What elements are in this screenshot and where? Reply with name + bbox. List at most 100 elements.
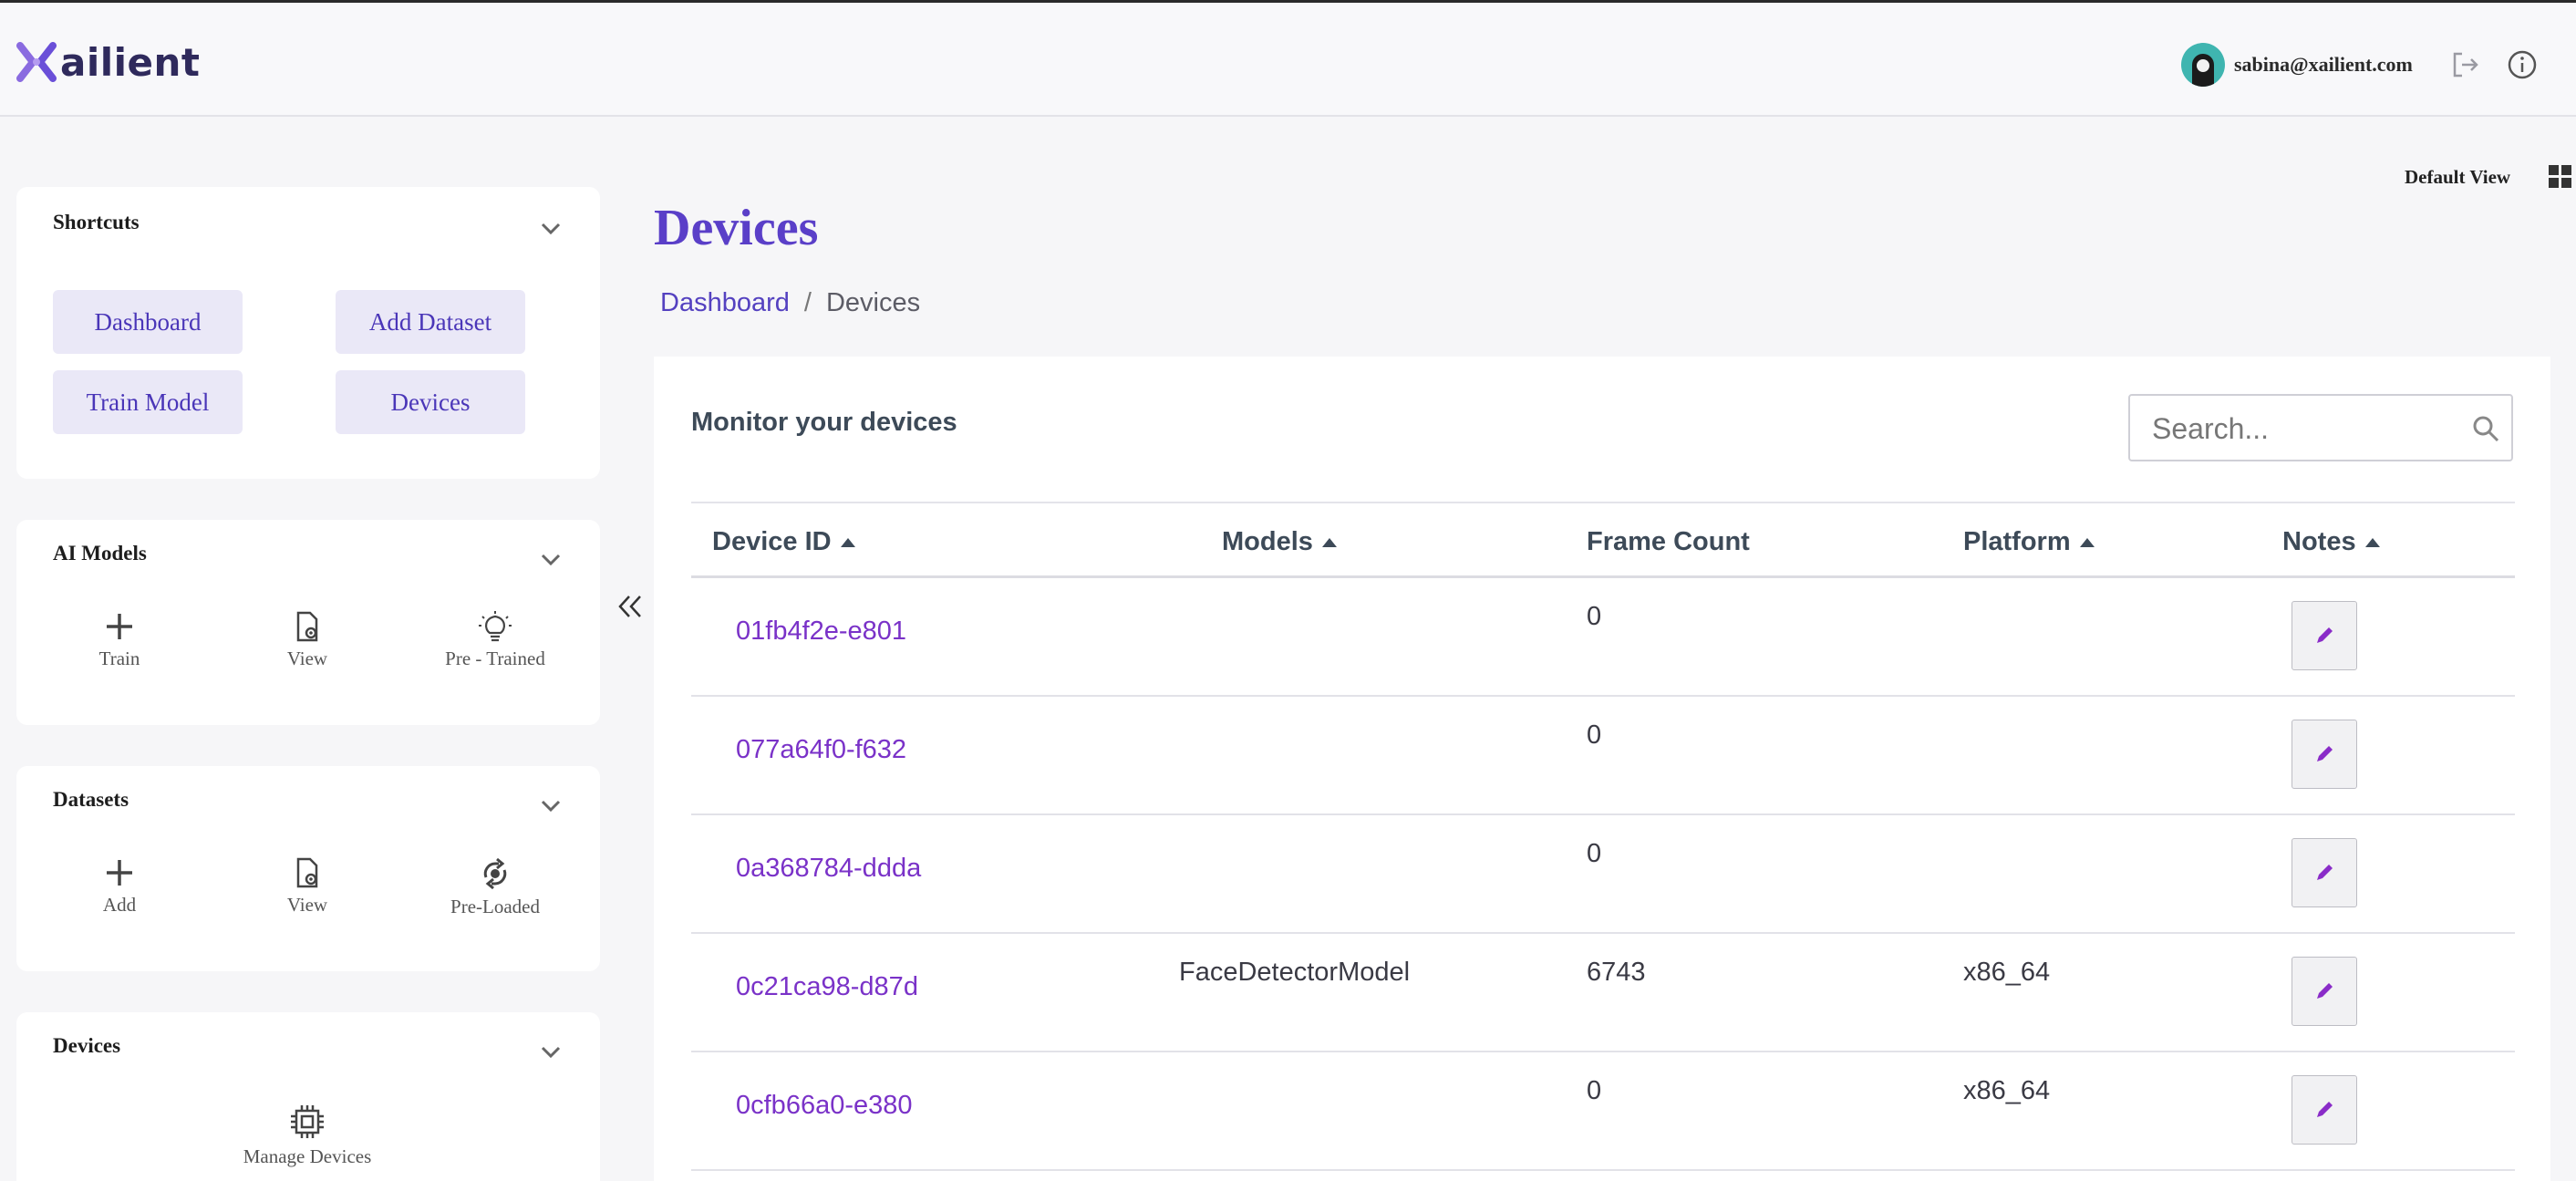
page-title: Devices <box>654 200 819 256</box>
device-id-link[interactable]: 0c21ca98-d87d <box>736 972 918 1002</box>
manage-devices-tool[interactable]: Manage Devices <box>225 1103 389 1168</box>
logo-x-icon <box>16 42 57 82</box>
shortcut-add-dataset-button[interactable]: Add Dataset <box>336 290 525 354</box>
breadcrumb-separator: / <box>803 288 812 317</box>
pencil-icon <box>2317 746 2333 761</box>
column-header-platform[interactable]: Platform <box>1963 527 2095 557</box>
shortcut-train-model-button[interactable]: Train Model <box>53 370 243 434</box>
column-header-models[interactable]: Models <box>1222 527 1337 557</box>
sort-asc-icon[interactable] <box>840 537 855 547</box>
panel-title: Monitor your devices <box>691 408 957 437</box>
column-label: Frame Count <box>1587 527 1750 556</box>
preloaded-datasets-tool[interactable]: Pre-Loaded <box>413 857 577 918</box>
shortcut-devices-button[interactable]: Devices <box>336 370 525 434</box>
add-dataset-tool[interactable]: Add <box>37 857 202 917</box>
breadcrumb: Dashboard / Devices <box>660 288 920 318</box>
grid-view-icon[interactable] <box>2548 164 2573 190</box>
tool-label: Manage Devices <box>243 1145 372 1167</box>
column-label: Device ID <box>712 527 832 556</box>
plus-icon <box>107 860 132 886</box>
device-id-link[interactable]: 0cfb66a0-e380 <box>736 1091 913 1121</box>
table-header: Device ID Models Frame Count Platform No… <box>691 502 2515 578</box>
ai-models-title: AI Models <box>53 542 147 565</box>
edit-note-button[interactable] <box>2292 720 2357 789</box>
chevron-down-icon[interactable] <box>538 216 564 242</box>
column-label: Models <box>1222 527 1313 556</box>
sort-asc-icon[interactable] <box>1321 537 1337 547</box>
chevron-down-icon[interactable] <box>538 547 564 573</box>
top-bar: ailient sabina@xailient.com <box>0 0 2576 117</box>
platform-cell: x86_64 <box>1963 1076 2051 1105</box>
tool-label: View <box>286 647 328 669</box>
table-row: 077a64f0-f632 0 <box>691 697 2515 815</box>
search-input[interactable] <box>2130 396 2464 461</box>
logo-text: ailient <box>60 39 201 85</box>
tool-label: View <box>286 894 328 916</box>
shortcuts-card: Shortcuts Dashboard Add Dataset Train Mo… <box>16 187 600 479</box>
column-header-notes[interactable]: Notes <box>2282 527 2380 557</box>
frame-count-cell: 0 <box>1587 1076 1602 1105</box>
chevron-down-icon[interactable] <box>538 1040 564 1065</box>
plus-icon <box>107 614 132 639</box>
frame-count-cell: 0 <box>1587 602 1602 631</box>
pencil-icon <box>2317 865 2333 880</box>
info-icon[interactable] <box>2506 48 2539 81</box>
device-id-link[interactable]: 077a64f0-f632 <box>736 735 906 765</box>
table-row: 0c21ca98-d87d FaceDetectorModel 6743 x86… <box>691 934 2515 1052</box>
breadcrumb-current: Devices <box>825 288 921 317</box>
column-header-frame-count: Frame Count <box>1587 527 1750 557</box>
refresh-icon <box>483 857 507 890</box>
file-view-icon <box>296 611 318 642</box>
train-model-tool[interactable]: Train <box>37 611 202 670</box>
edit-note-button[interactable] <box>2292 1075 2357 1145</box>
shortcuts-title: Shortcuts <box>53 211 140 233</box>
lightbulb-icon <box>479 611 512 642</box>
tool-label: Train <box>98 647 140 669</box>
edit-note-button[interactable] <box>2292 838 2357 907</box>
column-label: Notes <box>2282 527 2356 556</box>
column-label: Platform <box>1963 527 2071 556</box>
file-view-icon <box>296 857 318 888</box>
column-header-device-id[interactable]: Device ID <box>712 527 855 557</box>
collapse-sidebar-icon[interactable] <box>615 591 646 622</box>
default-view-label[interactable]: Default View <box>2405 166 2510 189</box>
view-models-tool[interactable]: View <box>225 611 389 670</box>
pretrained-models-tool[interactable]: Pre - Trained <box>413 611 577 670</box>
pencil-icon <box>2317 1102 2333 1117</box>
devices-title: Devices <box>53 1034 121 1057</box>
frame-count-cell: 6743 <box>1587 958 1646 987</box>
device-id-link[interactable]: 0a368784-ddda <box>736 854 921 884</box>
ai-models-card: AI Models Train View Pre - Trained <box>16 520 600 725</box>
table-row: 01fb4f2e-e801 0 <box>691 578 2515 697</box>
view-datasets-tool[interactable]: View <box>225 857 389 917</box>
tool-label: Pre-Loaded <box>450 896 540 917</box>
sort-asc-icon[interactable] <box>2079 537 2095 547</box>
tool-label: Add <box>102 894 137 916</box>
shortcut-dashboard-button[interactable]: Dashboard <box>53 290 243 354</box>
devices-card: Devices Manage Devices <box>16 1012 600 1181</box>
chip-icon <box>291 1105 324 1138</box>
frame-count-cell: 0 <box>1587 720 1602 750</box>
avatar[interactable] <box>2181 43 2225 87</box>
pencil-icon <box>2317 627 2333 643</box>
frame-count-cell: 0 <box>1587 839 1602 868</box>
datasets-title: Datasets <box>53 788 129 811</box>
pencil-icon <box>2317 983 2333 999</box>
table-row: 0cfb66a0-e380 0 x86_64 <box>691 1052 2515 1171</box>
tool-label: Pre - Trained <box>445 647 545 669</box>
user-email: sabina@xailient.com <box>2234 53 2413 76</box>
datasets-card: Datasets Add View Pre-Loaded <box>16 766 600 971</box>
breadcrumb-dashboard-link[interactable]: Dashboard <box>660 288 790 318</box>
logo[interactable]: ailient <box>16 39 201 85</box>
platform-cell: x86_64 <box>1963 958 2051 987</box>
table-row: 0a368784-ddda 0 <box>691 815 2515 934</box>
edit-note-button[interactable] <box>2292 601 2357 670</box>
edit-note-button[interactable] <box>2292 957 2357 1026</box>
sort-asc-icon[interactable] <box>2364 537 2380 547</box>
search-icon[interactable] <box>2471 414 2500 443</box>
logout-icon[interactable] <box>2449 48 2482 81</box>
device-id-link[interactable]: 01fb4f2e-e801 <box>736 616 906 647</box>
user-menu[interactable]: sabina@xailient.com <box>2181 43 2413 87</box>
chevron-down-icon[interactable] <box>538 793 564 819</box>
models-cell: FaceDetectorModel <box>1179 958 1411 987</box>
